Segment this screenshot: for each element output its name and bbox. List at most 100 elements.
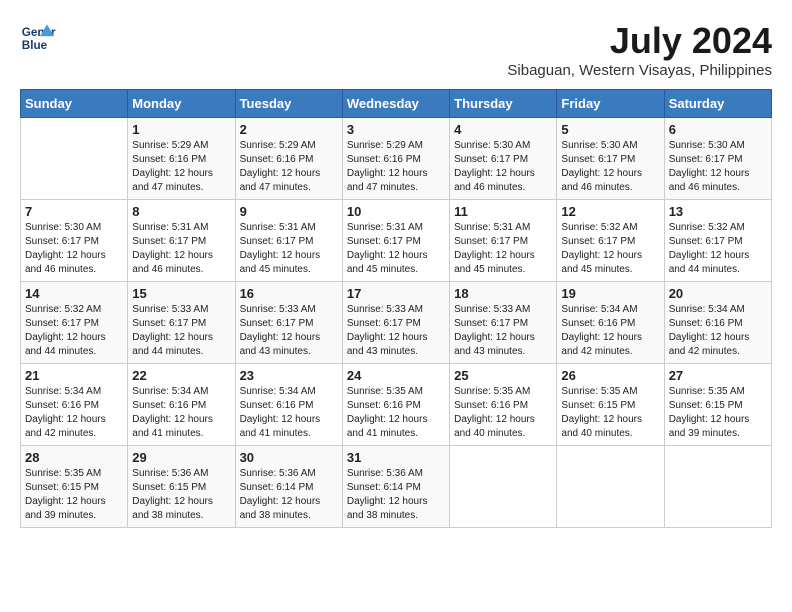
calendar-cell: 27Sunrise: 5:35 AM Sunset: 6:15 PM Dayli… bbox=[664, 364, 771, 446]
week-row-2: 7 Sunrise: 5:30 AM Sunset: 6:17 PM Daylig… bbox=[21, 200, 772, 282]
cell-data: Sunrise: 5:36 AM Sunset: 6:14 PM Dayligh… bbox=[240, 467, 338, 523]
calendar-cell bbox=[664, 446, 771, 528]
calendar-cell: 20 Sunrise: 5:34 AM Sunset: 6:16 PM Dayli… bbox=[664, 282, 771, 364]
day-number: 30 bbox=[240, 450, 338, 465]
calendar-cell: 28 Sunrise: 5:35 AM Sunset: 6:15 PM Dayli… bbox=[21, 446, 128, 528]
calendar-cell: 25Sunrise: 5:35 AM Sunset: 6:16 PM Dayli… bbox=[450, 364, 557, 446]
cell-data: Sunrise: 5:31 AM Sunset: 6:17 PM Dayligh… bbox=[132, 221, 230, 277]
day-number: 2 bbox=[240, 122, 338, 137]
cell-data: Sunrise: 5:33 AM Sunset: 6:17 PM Dayligh… bbox=[132, 303, 230, 359]
cell-data: Sunrise: 5:31 AM Sunset: 6:17 PM Dayligh… bbox=[240, 221, 338, 277]
day-number: 3 bbox=[347, 122, 445, 137]
page-header: General Blue July 2024 Sibaguan, Western… bbox=[20, 20, 772, 79]
cell-data: Sunrise: 5:32 AM Sunset: 6:17 PM Dayligh… bbox=[561, 221, 659, 277]
day-number: 18 bbox=[454, 286, 552, 301]
cell-data: Sunrise: 5:34 AM Sunset: 6:16 PM Dayligh… bbox=[240, 385, 338, 441]
calendar-cell: 29Sunrise: 5:36 AM Sunset: 6:15 PM Dayli… bbox=[128, 446, 235, 528]
cell-data: Sunrise: 5:30 AM Sunset: 6:17 PM Dayligh… bbox=[454, 139, 552, 195]
col-header-monday: Monday bbox=[128, 90, 235, 118]
calendar-cell: 2 Sunrise: 5:29 AM Sunset: 6:16 PM Daylig… bbox=[235, 118, 342, 200]
cell-data: Sunrise: 5:30 AM Sunset: 6:17 PM Dayligh… bbox=[25, 221, 123, 277]
calendar-cell: 23 Sunrise: 5:34 AM Sunset: 6:16 PM Dayli… bbox=[235, 364, 342, 446]
day-number: 1 bbox=[132, 122, 230, 137]
cell-data: Sunrise: 5:36 AM Sunset: 6:14 PM Dayligh… bbox=[347, 467, 445, 523]
week-row-3: 14 Sunrise: 5:32 AM Sunset: 6:17 PM Dayli… bbox=[21, 282, 772, 364]
calendar-cell: 12 Sunrise: 5:32 AM Sunset: 6:17 PM Dayli… bbox=[557, 200, 664, 282]
calendar-cell bbox=[557, 446, 664, 528]
col-header-friday: Friday bbox=[557, 90, 664, 118]
svg-text:Blue: Blue bbox=[22, 39, 48, 52]
col-header-thursday: Thursday bbox=[450, 90, 557, 118]
day-number: 10 bbox=[347, 204, 445, 219]
calendar-cell: 4 Sunrise: 5:30 AM Sunset: 6:17 PM Daylig… bbox=[450, 118, 557, 200]
cell-data: Sunrise: 5:35 AM Sunset: 6:15 PM Dayligh… bbox=[669, 385, 767, 441]
day-number: 4 bbox=[454, 122, 552, 137]
calendar-cell: 11Sunrise: 5:31 AM Sunset: 6:17 PM Dayli… bbox=[450, 200, 557, 282]
day-number: 20 bbox=[669, 286, 767, 301]
calendar-cell: 19Sunrise: 5:34 AM Sunset: 6:16 PM Dayli… bbox=[557, 282, 664, 364]
calendar-cell: 30 Sunrise: 5:36 AM Sunset: 6:14 PM Dayli… bbox=[235, 446, 342, 528]
cell-data: Sunrise: 5:29 AM Sunset: 6:16 PM Dayligh… bbox=[240, 139, 338, 195]
cell-data: Sunrise: 5:29 AM Sunset: 6:16 PM Dayligh… bbox=[132, 139, 230, 195]
day-number: 8 bbox=[132, 204, 230, 219]
day-number: 21 bbox=[25, 368, 123, 383]
calendar-cell: 14 Sunrise: 5:32 AM Sunset: 6:17 PM Dayli… bbox=[21, 282, 128, 364]
cell-data: Sunrise: 5:33 AM Sunset: 6:17 PM Dayligh… bbox=[454, 303, 552, 359]
calendar-cell: 9 Sunrise: 5:31 AM Sunset: 6:17 PM Daylig… bbox=[235, 200, 342, 282]
day-number: 19 bbox=[561, 286, 659, 301]
calendar-cell: 16Sunrise: 5:33 AM Sunset: 6:17 PM Dayli… bbox=[235, 282, 342, 364]
calendar-cell: 6 Sunrise: 5:30 AM Sunset: 6:17 PM Daylig… bbox=[664, 118, 771, 200]
calendar-cell: 3Sunrise: 5:29 AM Sunset: 6:16 PM Daylig… bbox=[342, 118, 449, 200]
cell-data: Sunrise: 5:35 AM Sunset: 6:15 PM Dayligh… bbox=[25, 467, 123, 523]
day-number: 28 bbox=[25, 450, 123, 465]
calendar-table: SundayMondayTuesdayWednesdayThursdayFrid… bbox=[20, 89, 772, 528]
day-number: 9 bbox=[240, 204, 338, 219]
day-number: 31 bbox=[347, 450, 445, 465]
day-number: 12 bbox=[561, 204, 659, 219]
day-number: 23 bbox=[240, 368, 338, 383]
calendar-cell: 26Sunrise: 5:35 AM Sunset: 6:15 PM Dayli… bbox=[557, 364, 664, 446]
logo-icon: General Blue bbox=[20, 20, 56, 56]
cell-data: Sunrise: 5:32 AM Sunset: 6:17 PM Dayligh… bbox=[25, 303, 123, 359]
cell-data: Sunrise: 5:34 AM Sunset: 6:16 PM Dayligh… bbox=[25, 385, 123, 441]
day-number: 26 bbox=[561, 368, 659, 383]
day-number: 24 bbox=[347, 368, 445, 383]
calendar-cell: 8 Sunrise: 5:31 AM Sunset: 6:17 PM Daylig… bbox=[128, 200, 235, 282]
day-number: 6 bbox=[669, 122, 767, 137]
week-row-1: 1 Sunrise: 5:29 AM Sunset: 6:16 PM Daylig… bbox=[21, 118, 772, 200]
calendar-cell bbox=[21, 118, 128, 200]
calendar-cell: 31 Sunrise: 5:36 AM Sunset: 6:14 PM Dayli… bbox=[342, 446, 449, 528]
calendar-cell: 7 Sunrise: 5:30 AM Sunset: 6:17 PM Daylig… bbox=[21, 200, 128, 282]
week-row-4: 21 Sunrise: 5:34 AM Sunset: 6:16 PM Dayli… bbox=[21, 364, 772, 446]
calendar-cell: 21 Sunrise: 5:34 AM Sunset: 6:16 PM Dayli… bbox=[21, 364, 128, 446]
cell-data: Sunrise: 5:30 AM Sunset: 6:17 PM Dayligh… bbox=[669, 139, 767, 195]
subtitle: Sibaguan, Western Visayas, Philippines bbox=[507, 62, 772, 79]
calendar-cell: 5 Sunrise: 5:30 AM Sunset: 6:17 PM Daylig… bbox=[557, 118, 664, 200]
calendar-cell: 10 Sunrise: 5:31 AM Sunset: 6:17 PM Dayli… bbox=[342, 200, 449, 282]
day-number: 11 bbox=[454, 204, 552, 219]
day-number: 17 bbox=[347, 286, 445, 301]
cell-data: Sunrise: 5:33 AM Sunset: 6:17 PM Dayligh… bbox=[240, 303, 338, 359]
day-number: 25 bbox=[454, 368, 552, 383]
cell-data: Sunrise: 5:32 AM Sunset: 6:17 PM Dayligh… bbox=[669, 221, 767, 277]
day-number: 7 bbox=[25, 204, 123, 219]
calendar-cell bbox=[450, 446, 557, 528]
calendar-cell: 1 Sunrise: 5:29 AM Sunset: 6:16 PM Daylig… bbox=[128, 118, 235, 200]
calendar-header-row: SundayMondayTuesdayWednesdayThursdayFrid… bbox=[21, 90, 772, 118]
day-number: 22 bbox=[132, 368, 230, 383]
cell-data: Sunrise: 5:30 AM Sunset: 6:17 PM Dayligh… bbox=[561, 139, 659, 195]
day-number: 5 bbox=[561, 122, 659, 137]
cell-data: Sunrise: 5:35 AM Sunset: 6:16 PM Dayligh… bbox=[347, 385, 445, 441]
calendar-cell: 15 Sunrise: 5:33 AM Sunset: 6:17 PM Dayli… bbox=[128, 282, 235, 364]
day-number: 15 bbox=[132, 286, 230, 301]
cell-data: Sunrise: 5:34 AM Sunset: 6:16 PM Dayligh… bbox=[669, 303, 767, 359]
calendar-cell: 18 Sunrise: 5:33 AM Sunset: 6:17 PM Dayli… bbox=[450, 282, 557, 364]
main-title: July 2024 bbox=[507, 20, 772, 62]
col-header-tuesday: Tuesday bbox=[235, 90, 342, 118]
cell-data: Sunrise: 5:33 AM Sunset: 6:17 PM Dayligh… bbox=[347, 303, 445, 359]
day-number: 14 bbox=[25, 286, 123, 301]
calendar-cell: 13Sunrise: 5:32 AM Sunset: 6:17 PM Dayli… bbox=[664, 200, 771, 282]
day-number: 29 bbox=[132, 450, 230, 465]
week-row-5: 28 Sunrise: 5:35 AM Sunset: 6:15 PM Dayli… bbox=[21, 446, 772, 528]
cell-data: Sunrise: 5:31 AM Sunset: 6:17 PM Dayligh… bbox=[347, 221, 445, 277]
